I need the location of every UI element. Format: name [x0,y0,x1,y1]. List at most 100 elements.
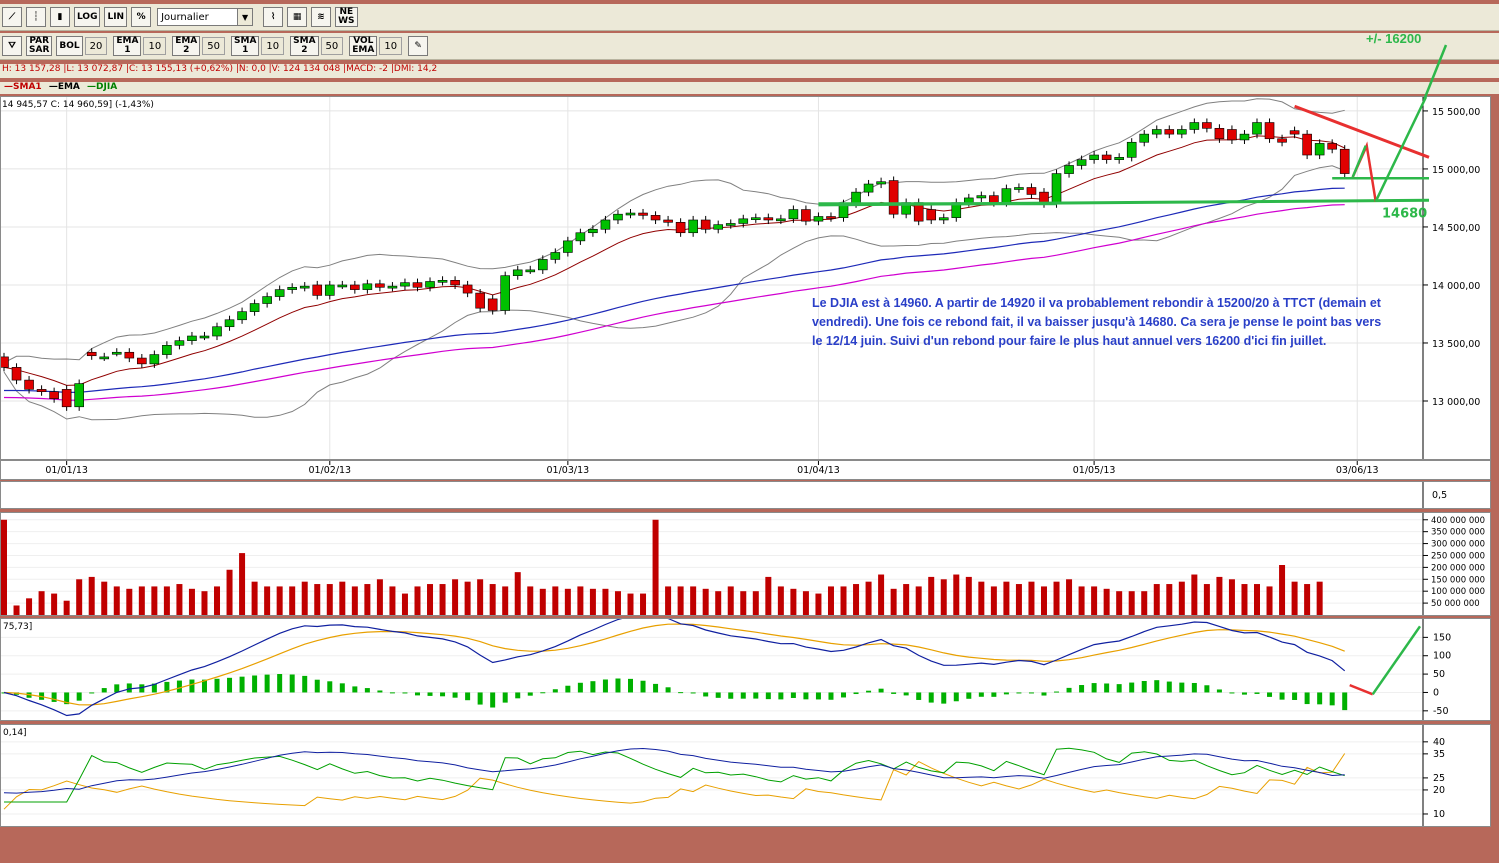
chevron-down-icon[interactable]: ▼ [237,9,253,25]
ema2-button[interactable]: EMA 2 [172,36,201,56]
candle-body [525,269,536,273]
price-chart[interactable]: 13 000,00 13 500,00 14 000,00 14 500,00 15 0… [1,97,1490,459]
candle-body [1026,187,1037,195]
candle-body [989,195,999,203]
candle-body [1214,128,1225,140]
volume-bar [163,586,170,615]
candle-body [1314,143,1325,156]
lin-button[interactable]: LIN [104,7,128,27]
macd-histogram-bar [1028,692,1034,694]
price-panel[interactable]: 13 000,00 13 500,00 14 000,00 14 500,00 15 0… [0,96,1491,460]
volume-panel[interactable]: 50 000 000 100 000 000 150 000 000 200 000 … [0,512,1491,616]
price-panel-subtitle: 14 945,57 C: 14 960,59] (-1,43%) [2,100,154,110]
macd-tick-label: 100 [1433,651,1451,662]
volume-tick-label: 350 000 000 [1431,528,1485,538]
macd-histogram-bar [953,692,959,702]
volume-bar [627,593,634,615]
volema-value[interactable]: 10 [379,37,403,55]
macd-histogram-bar [214,678,220,693]
period-select[interactable]: Journalier ▼ [157,8,254,26]
bar-chart-icon[interactable]: ┆ [26,7,46,27]
candle-body [888,180,899,215]
candle-body [801,209,811,222]
news-button[interactable]: NE WS [335,7,358,27]
macd-histogram-bar [277,674,283,693]
trash-icon[interactable]: ⛛ [2,36,22,56]
macd-chart[interactable]: -50 0 50 100 150 75,73] [1,619,1490,720]
chart-legend: —SMA1 —EMA —DJIA [0,82,1499,94]
volume-bar [276,586,283,615]
volume-bar [251,581,258,615]
candle-body [1126,141,1137,158]
ema2-value[interactable]: 50 [202,37,225,55]
volume-chart[interactable]: 50 000 000 100 000 000 150 000 000 200 000 … [1,513,1490,615]
dmi-tick-label: 35 [1433,749,1445,760]
macd-histogram-bar [853,692,859,695]
macd-histogram-bar [1129,682,1135,693]
candle-body [11,367,22,381]
candle-body [475,292,485,309]
candle-body [74,383,84,408]
macd-panel[interactable]: -50 0 50 100 150 75,73] [0,618,1491,721]
volume-bar [965,576,972,615]
drawing-icon[interactable]: ✎ [408,36,429,56]
macd-histogram-bar [577,682,583,693]
volume-bar [1254,584,1260,615]
sma2-button[interactable]: SMA 2 [290,36,319,56]
candle-body [1114,157,1124,160]
candle-body [537,259,548,271]
volume-tick-label: 400 000 000 [1431,516,1485,526]
log-button[interactable]: LOG [74,7,101,27]
volume-bar [1091,586,1098,615]
volume-bar [489,584,496,615]
volume-bar [777,586,784,615]
candle-body [350,284,360,290]
candle-body [688,219,698,234]
candle-body [1339,148,1350,174]
macd-histogram-bar [703,692,709,697]
candle-body [212,326,222,337]
volume-bar [1316,581,1323,615]
candle-body [1001,188,1012,203]
line-chart-icon[interactable]: ⟋ [2,7,22,27]
volume-bar [1141,591,1148,615]
macd-histogram-bar [653,683,659,693]
ema1-value[interactable]: 10 [143,37,167,55]
macd-histogram-bar [139,684,145,693]
dmi-panel[interactable]: 10 20 25 35 40 0,14] [0,724,1491,827]
palette-icon[interactable]: ▦ [287,7,308,27]
bol-value[interactable]: 20 [84,37,108,55]
macd-label: 75,73] [3,622,32,632]
volume-bar [339,581,346,615]
dmi-chart[interactable]: 10 2025 3540 0,14] [1,725,1490,826]
macd-histogram-bar [991,692,997,697]
bol-button[interactable]: BOL [56,36,83,56]
candle-body [412,282,423,288]
percent-button[interactable]: % [131,7,152,27]
studies-icon[interactable]: ⌇ [263,7,284,27]
volume-bar [514,572,521,615]
volume-bar [176,584,183,615]
volume-bar [76,579,83,615]
volume-bar [752,591,759,615]
volume-bar [314,584,321,615]
parsar-button[interactable]: PAR SAR [26,36,53,56]
macd-histogram-bar [728,692,734,699]
sma1-button[interactable]: SMA 1 [231,36,260,56]
candle-body [588,228,598,234]
volume-bar [640,593,647,615]
volume-bar [790,588,797,615]
macd-histogram-bar [640,680,646,693]
volume-bar [452,579,459,615]
volume-bar [1066,579,1073,615]
empty-axis-label: 0,5 [1432,490,1447,501]
volema-button[interactable]: VOL EMA [349,36,378,56]
macd-histogram-bar [515,692,521,699]
sma1-value[interactable]: 10 [261,37,285,55]
ema1-button[interactable]: EMA 1 [113,36,142,56]
candle-chart-icon[interactable]: ▮ [50,7,70,27]
sma2-value[interactable]: 50 [320,37,344,55]
candle-body [550,252,561,260]
compare-icon[interactable]: ≋ [311,7,332,27]
dmi-tick-label: 10 [1433,809,1445,820]
